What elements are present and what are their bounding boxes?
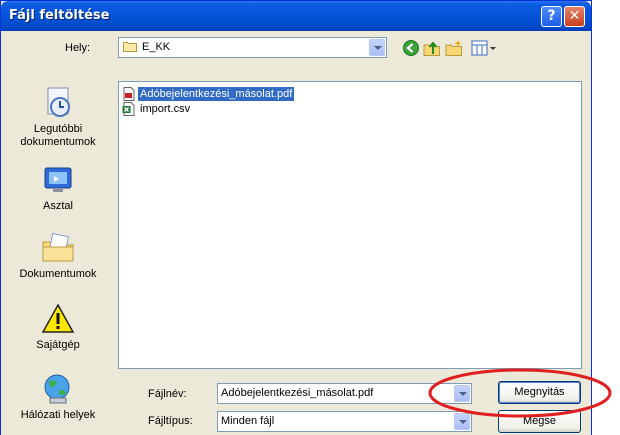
- desktop-icon: [44, 167, 72, 192]
- filetype-dropdown[interactable]: Minden fájl: [217, 411, 472, 432]
- place-label-recent-2: dokumentumok: [20, 136, 96, 148]
- file-name: import.csv: [140, 103, 191, 115]
- place-label-network-places: Hálózati helyek: [20, 409, 96, 421]
- my-computer-icon: [41, 303, 75, 333]
- pdf-file-icon: [123, 87, 135, 101]
- place-label-desktop: Asztal: [43, 200, 73, 212]
- close-button[interactable]: ✕: [564, 6, 585, 27]
- places-bar: Legutóbbi dokumentumok Asztal Dokumentum…: [8, 81, 110, 429]
- place-label-recent-1: Legutóbbi: [33, 123, 83, 135]
- help-icon: ?: [547, 8, 556, 24]
- place-my-documents[interactable]: Dokumentumok: [8, 231, 108, 281]
- back-icon[interactable]: [402, 39, 420, 57]
- place-recent-documents[interactable]: Legutóbbi dokumentumok: [8, 86, 108, 149]
- filename-label: Fájlnév:: [148, 388, 187, 400]
- place-label-my-computer: Sajátgép: [36, 339, 80, 351]
- filetype-label: Fájltípus:: [148, 415, 193, 427]
- place-desktop[interactable]: Asztal: [8, 163, 108, 213]
- file-name: Adóbejelentkezési_másolat.pdf: [138, 87, 295, 101]
- place-network-places[interactable]: Hálózati helyek: [8, 372, 108, 422]
- look-in-dropdown[interactable]: E_KK: [118, 37, 387, 58]
- close-icon: ✕: [568, 8, 581, 24]
- file-list[interactable]: Adóbejelentkezési_másolat.pdf import.csv: [118, 81, 582, 369]
- place-label-my-documents: Dokumentumok: [19, 268, 97, 280]
- network-places-icon: [44, 374, 70, 404]
- filetype-value: Minden fájl: [221, 415, 275, 427]
- file-upload-dialog: Fájl feltöltése ? ✕ Hely: E_KK Legutóbbi…: [0, 0, 592, 435]
- chevron-down-icon[interactable]: [454, 413, 470, 430]
- place-my-computer[interactable]: Sajátgép: [8, 302, 108, 352]
- help-button[interactable]: ?: [541, 6, 562, 27]
- folder-icon: [123, 42, 137, 52]
- cancel-button[interactable]: Mégse: [498, 410, 581, 433]
- chevron-down-icon[interactable]: [369, 39, 385, 56]
- filename-input[interactable]: Adóbejelentkezési_másolat.pdf: [217, 383, 472, 404]
- look-in-label: Hely:: [65, 42, 91, 54]
- window-title: Fájl feltöltése: [9, 8, 110, 23]
- recent-documents-icon: [47, 87, 70, 117]
- new-folder-icon[interactable]: [445, 39, 463, 57]
- filename-value: Adóbejelentkezési_másolat.pdf: [221, 387, 374, 399]
- chevron-down-icon[interactable]: [454, 385, 470, 402]
- look-in-value: E_KK: [142, 41, 171, 53]
- csv-file-icon: [122, 102, 135, 116]
- views-menu-icon[interactable]: [471, 39, 497, 57]
- open-button[interactable]: Megnyitás: [498, 381, 581, 404]
- my-documents-icon: [42, 232, 74, 262]
- title-bar[interactable]: Fájl feltöltése ? ✕: [1, 1, 591, 31]
- up-folder-icon[interactable]: [423, 39, 441, 57]
